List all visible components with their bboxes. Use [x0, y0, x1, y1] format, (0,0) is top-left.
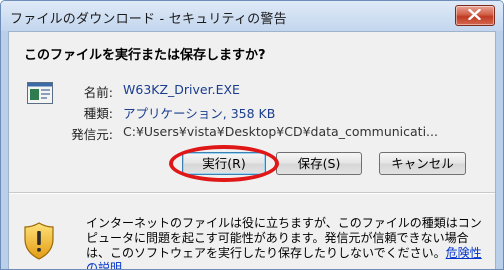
warning-text: インターネットのファイルは役に立ちますが、このファイルの種類はコンピュータに問題…: [86, 216, 482, 260]
run-button-highlight-ellipse: [169, 145, 279, 182]
close-button[interactable]: [455, 5, 495, 26]
file-type-row: 種類: アプリケーション, 358 KB: [29, 103, 429, 121]
dialog-body: このファイルを実行または保存しますか? 名前: W63KZ_Driver.EXE…: [8, 31, 496, 269]
title-bar[interactable]: ファイルのダウンロード - セキュリティの警告: [1, 1, 503, 31]
security-shield-icon: [24, 222, 54, 260]
file-source-row: 発信元: C:¥Users¥vista¥Desktop¥CD¥data_comm…: [29, 124, 499, 142]
file-source-label: 発信元:: [71, 127, 113, 142]
file-type-value: アプリケーション, 358 KB: [123, 106, 276, 121]
close-icon: [468, 9, 481, 20]
dialog-question: このファイルを実行または保存しますか?: [24, 48, 266, 63]
cancel-button[interactable]: キャンセル: [379, 152, 466, 175]
file-name-value: W63KZ_Driver.EXE: [123, 82, 240, 97]
file-name-label: 名前:: [83, 85, 113, 100]
security-warning-dialog: ファイルのダウンロード - セキュリティの警告 このファイルを実行または保存しま…: [0, 0, 504, 270]
file-source-value: C:¥Users¥vista¥Desktop¥CD¥data_communica…: [123, 124, 438, 139]
window-title: ファイルのダウンロード - セキュリティの警告: [10, 12, 287, 27]
warning-message: インターネットのファイルは役に立ちますが、このファイルの種類はコンピュータに問題…: [86, 216, 486, 269]
file-type-label: 種類:: [83, 106, 113, 121]
save-button[interactable]: 保存(S): [276, 152, 362, 175]
warning-section: インターネットのファイルは役に立ちますが、このファイルの種類はコンピュータに問題…: [9, 194, 495, 269]
file-name-row: 名前: W63KZ_Driver.EXE: [29, 82, 429, 100]
